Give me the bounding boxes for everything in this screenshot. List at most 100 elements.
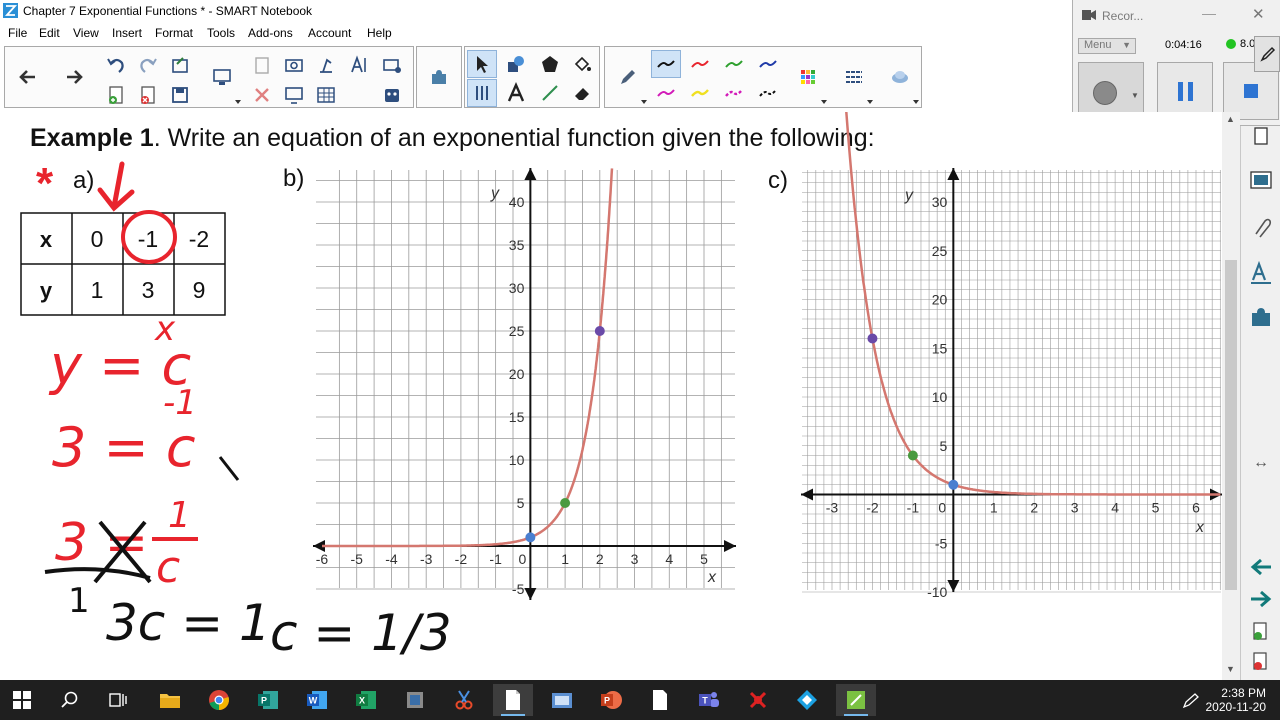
snipping-tool-button[interactable] [444,684,484,716]
menu-account[interactable]: Account [308,26,351,40]
screen-capture-button[interactable] [279,51,309,79]
measure-tool-button[interactable] [467,79,497,107]
document-camera-button[interactable] [311,51,341,79]
pen-yellow[interactable] [685,79,715,107]
eraser-tool-button[interactable] [567,79,597,107]
delete-page-button[interactable] [133,81,163,109]
snap-button[interactable] [542,684,582,716]
properties-icon[interactable] [1247,260,1275,286]
add-ons-button[interactable] [424,63,454,91]
line-tool-button[interactable] [535,79,565,107]
add-page-button[interactable] [101,81,131,109]
dropdown-arrow[interactable] [913,100,919,104]
paste-button[interactable] [247,51,277,79]
chrome-button[interactable] [199,684,239,716]
smart-response-button[interactable] [377,81,407,109]
pen-magenta-dashed[interactable] [719,79,749,107]
menu-file[interactable]: File [8,26,27,40]
word-button[interactable]: W [297,684,337,716]
pen-tool-button[interactable] [613,63,643,91]
show-hide-button[interactable] [377,51,407,79]
previous-page-arrow-icon[interactable] [1247,556,1275,578]
excel-button[interactable]: X [346,684,386,716]
menu-add-ons[interactable]: Add-ons [248,26,293,40]
pen-ink-icon[interactable] [1181,692,1201,710]
select-tool-button[interactable] [467,50,497,78]
publisher-button[interactable]: P [248,684,288,716]
delete-button[interactable] [247,81,277,109]
data-point[interactable] [560,498,571,508]
search-button[interactable] [50,684,90,716]
dropdown-arrow[interactable] [867,100,873,104]
text-tool-button[interactable] [501,79,531,107]
scroll-down-icon[interactable]: ▼ [1226,664,1235,674]
polygon-tool-button[interactable] [535,50,565,78]
pen-black-dashed[interactable] [753,79,783,107]
pen-magenta[interactable] [651,79,681,107]
undo-button[interactable] [101,51,131,79]
scrollbar-thumb[interactable] [1225,260,1237,590]
back-arrow-button[interactable] [13,63,43,91]
system-clock[interactable]: 2:38 PM 2020-11-20 [1206,686,1267,714]
next-page-arrow-icon[interactable] [1247,588,1275,610]
data-point[interactable] [867,333,878,344]
task-view-button[interactable] [98,684,138,716]
start-button[interactable] [2,684,42,716]
y-axis-arrow-down [524,588,537,600]
pen-green[interactable] [719,50,749,78]
fill-tool-button[interactable] [567,50,597,78]
open-button[interactable] [165,51,195,79]
smart-notebook-taskbar-button[interactable] [493,684,533,716]
vertical-scrollbar[interactable]: ▲ ▼ [1222,112,1240,680]
diamond-app-button[interactable] [787,684,827,716]
fill-effects-button[interactable] [885,63,915,91]
color-palette-button[interactable] [793,63,823,91]
pen-black[interactable] [651,50,681,78]
pen-red[interactable] [685,50,715,78]
notepad-button[interactable] [640,684,680,716]
data-point[interactable] [948,479,959,490]
floating-pen-button[interactable] [1254,36,1280,72]
data-point[interactable] [594,326,605,336]
menu-view[interactable]: View [73,26,99,40]
attachments-icon[interactable] [1247,214,1275,240]
menu-help[interactable]: Help [367,26,392,40]
chevron-down-icon[interactable]: ▼ [1131,91,1139,100]
ink-app-button[interactable] [395,684,435,716]
data-point[interactable] [525,532,536,543]
line-style-button[interactable] [839,63,869,91]
file-explorer-button[interactable] [150,684,190,716]
menu-edit[interactable]: Edit [39,26,60,40]
data-point[interactable] [907,450,918,461]
dropdown-arrow[interactable] [235,100,241,104]
pen-blue[interactable] [753,50,783,78]
teams-button[interactable]: T [689,684,729,716]
notebook-page[interactable]: Example 1. Write an equation of an expon… [0,112,1222,680]
shapes-tool-button[interactable] [501,50,531,78]
green-app-button[interactable] [836,684,876,716]
full-screen-button[interactable] [279,81,309,109]
gallery-icon[interactable] [1247,168,1275,194]
close-icon[interactable]: ✕ [1252,5,1265,23]
recorder-menu-dropdown[interactable]: Menu ▼ [1078,38,1136,54]
menu-format[interactable]: Format [155,26,193,40]
text-style-button[interactable] [345,51,375,79]
redo-button[interactable] [133,51,163,79]
flash-app-button[interactable] [738,684,778,716]
add-page-icon[interactable] [1249,620,1273,644]
menu-tools[interactable]: Tools [207,26,235,40]
dropdown-arrow[interactable] [821,100,827,104]
page-sorter-icon[interactable] [1247,126,1275,150]
forward-arrow-button[interactable] [59,63,89,91]
minimize-button[interactable]: — [1202,5,1216,21]
powerpoint-button[interactable]: P [591,684,631,716]
resize-horizontal-icon[interactable]: ↔ [1253,454,1269,472]
delete-page-icon[interactable] [1249,650,1273,674]
display-screen-button[interactable] [207,63,237,91]
menu-insert[interactable]: Insert [112,26,142,40]
scroll-up-icon[interactable]: ▲ [1226,114,1235,124]
dropdown-arrow[interactable] [641,100,647,104]
add-ons-puzzle-icon[interactable] [1247,304,1275,330]
table-button[interactable] [311,81,341,109]
save-button[interactable] [165,81,195,109]
